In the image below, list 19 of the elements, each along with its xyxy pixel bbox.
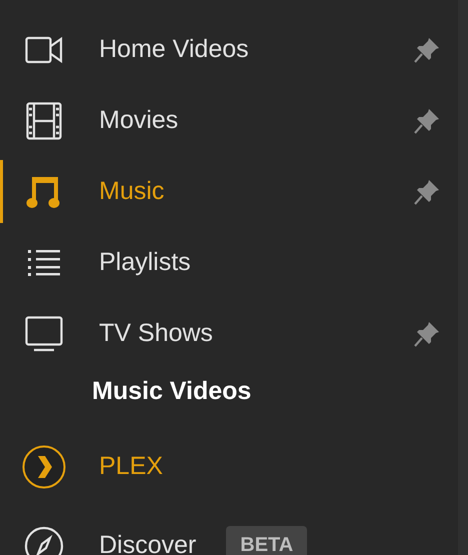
film-icon [26, 102, 62, 140]
sidebar-item[interactable]: Home Videos [0, 14, 468, 85]
chevron-logo-icon [21, 444, 67, 490]
sidebar-item[interactable]: Music [0, 156, 468, 227]
sidebar-item[interactable]: Discover BETA [0, 510, 468, 555]
video-camera-icon [25, 36, 63, 64]
list-icon [27, 248, 61, 276]
sidebar-item[interactable]: PLEX [0, 431, 468, 502]
tv-icon [25, 316, 63, 352]
compass-icon [24, 526, 64, 555]
sidebar-item[interactable]: Movies [0, 85, 468, 156]
pin-icon[interactable] [414, 320, 440, 346]
sidebar-item[interactable]: TV Shows [0, 298, 468, 369]
pin-icon[interactable] [414, 36, 440, 62]
section-heading: Music Videos [92, 376, 252, 406]
pin-icon[interactable] [414, 108, 440, 134]
beta-badge: BETA [226, 526, 308, 555]
sidebar-item[interactable]: Playlists [0, 227, 468, 298]
pin-icon[interactable] [414, 178, 440, 204]
